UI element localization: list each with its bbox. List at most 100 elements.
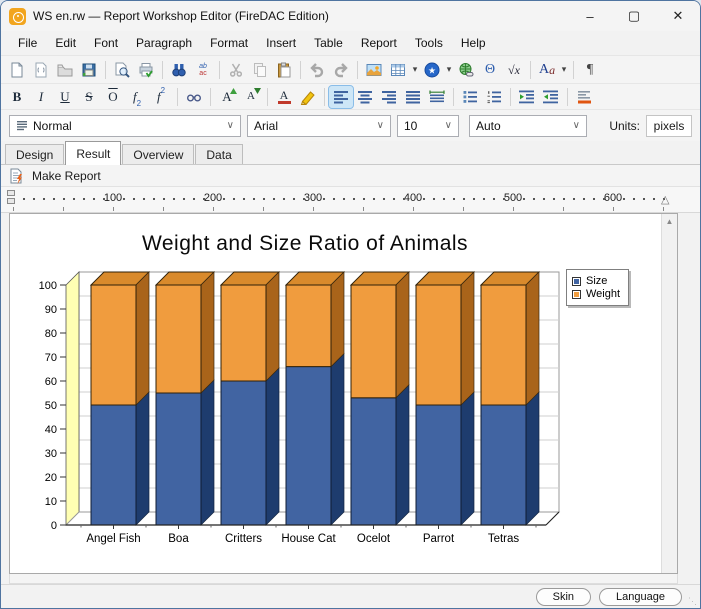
indent-button[interactable] bbox=[539, 86, 563, 108]
overline-button[interactable]: O bbox=[101, 86, 125, 108]
horizontal-scrollbar[interactable] bbox=[9, 574, 678, 584]
x-axis-label: Critters bbox=[225, 533, 262, 545]
undo-button[interactable] bbox=[305, 59, 329, 81]
menu-tools[interactable]: Tools bbox=[406, 33, 452, 53]
copy-button[interactable] bbox=[248, 59, 272, 81]
language-button[interactable]: Language bbox=[599, 588, 682, 606]
menu-font[interactable]: Font bbox=[85, 33, 127, 53]
grow-font-button[interactable]: A bbox=[215, 86, 239, 108]
align-left-button[interactable] bbox=[329, 86, 353, 108]
insert-table-dropdown[interactable]: ▾ bbox=[410, 64, 420, 75]
toolbar-separator bbox=[162, 61, 163, 79]
justify-button[interactable] bbox=[401, 86, 425, 108]
make-report-button[interactable] bbox=[7, 165, 27, 187]
reading-mode-button[interactable] bbox=[182, 86, 206, 108]
italic-button[interactable]: I bbox=[29, 86, 53, 108]
paragraph-style-icon bbox=[16, 120, 28, 132]
close-button[interactable]: ✕ bbox=[656, 1, 700, 31]
ruler-tick bbox=[333, 198, 335, 200]
align-center-button[interactable] bbox=[353, 86, 377, 108]
ruler-tick bbox=[83, 198, 85, 200]
font-dialog-dropdown[interactable]: ▾ bbox=[559, 64, 569, 75]
underline-button[interactable]: U bbox=[53, 86, 77, 108]
y-axis-label: 50 bbox=[45, 400, 57, 412]
x-axis-label: House Cat bbox=[281, 533, 336, 545]
insert-shape-button[interactable]: ★ bbox=[420, 59, 444, 81]
resize-grip[interactable]: ⋱ bbox=[688, 596, 698, 606]
ruler-tick-minor bbox=[113, 207, 114, 211]
cut-button[interactable] bbox=[224, 59, 248, 81]
paragraph-style-select[interactable]: Normal ∨ bbox=[9, 115, 241, 137]
y-axis-label: 80 bbox=[45, 328, 57, 340]
make-report-label[interactable]: Make Report bbox=[32, 169, 101, 183]
insert-shape-dropdown[interactable]: ▾ bbox=[444, 64, 454, 75]
document-canvas[interactable]: Weight and Size Ratio of Animals SizeWei… bbox=[9, 213, 678, 574]
superscript-button[interactable]: f2 bbox=[149, 86, 173, 108]
vertical-scrollbar[interactable]: ▲ bbox=[661, 214, 677, 573]
subscript-button[interactable]: f2 bbox=[125, 86, 149, 108]
preview-button[interactable] bbox=[110, 59, 134, 81]
ruler-tick bbox=[123, 198, 125, 200]
ruler-label: 400 bbox=[404, 192, 422, 204]
menu-insert[interactable]: Insert bbox=[257, 33, 305, 53]
y-axis-label: 10 bbox=[45, 496, 57, 508]
outdent-button[interactable] bbox=[515, 86, 539, 108]
shrink-font-button[interactable]: A bbox=[239, 86, 263, 108]
menu-paragraph[interactable]: Paragraph bbox=[127, 33, 201, 53]
menu-help[interactable]: Help bbox=[452, 33, 495, 53]
tab-result[interactable]: Result bbox=[65, 141, 121, 165]
paragraph-color-button[interactable] bbox=[572, 86, 596, 108]
new-from-template-button[interactable] bbox=[29, 59, 53, 81]
insert-image-button[interactable] bbox=[362, 59, 386, 81]
font-dialog-button[interactable]: A a bbox=[535, 59, 559, 81]
print-button[interactable] bbox=[134, 59, 158, 81]
insert-symbol-button[interactable]: Θ bbox=[478, 59, 502, 81]
font-size-select[interactable]: 10 ∨ bbox=[397, 115, 459, 137]
save-button[interactable] bbox=[77, 59, 101, 81]
minimize-button[interactable]: – bbox=[568, 1, 612, 31]
paste-button[interactable] bbox=[272, 59, 296, 81]
tab-data[interactable]: Data bbox=[195, 144, 242, 164]
indent-marker[interactable] bbox=[7, 198, 15, 204]
tab-overview[interactable]: Overview bbox=[122, 144, 194, 164]
menu-report[interactable]: Report bbox=[352, 33, 406, 53]
redo-button[interactable] bbox=[329, 59, 353, 81]
find-button[interactable] bbox=[167, 59, 191, 81]
menu-file[interactable]: File bbox=[9, 33, 46, 53]
chart-canvas: 0102030405060708090100Angel FishBoaCritt… bbox=[10, 214, 660, 562]
zoom-select[interactable]: Auto ∨ bbox=[469, 115, 587, 137]
numbered-list-button[interactable] bbox=[482, 86, 506, 108]
font-color-button[interactable]: A bbox=[272, 86, 296, 108]
strikethrough-button[interactable]: S bbox=[77, 86, 101, 108]
bullet-list-button[interactable] bbox=[458, 86, 482, 108]
tab-design[interactable]: Design bbox=[5, 144, 64, 164]
x-axis-label: Parrot bbox=[423, 533, 455, 545]
ruler-tick bbox=[43, 198, 45, 200]
ruler[interactable]: 100200300400500600△ bbox=[1, 187, 700, 213]
maximize-button[interactable]: ▢ bbox=[612, 1, 656, 31]
ruler-tick bbox=[483, 198, 485, 200]
window-controls: – ▢ ✕ bbox=[568, 1, 700, 31]
open-button[interactable] bbox=[53, 59, 77, 81]
menu-edit[interactable]: Edit bbox=[46, 33, 85, 53]
show-paragraph-marks-button[interactable]: ¶ bbox=[578, 59, 602, 81]
bold-button[interactable]: B bbox=[5, 86, 29, 108]
fit-width-button[interactable] bbox=[425, 86, 449, 108]
insert-hyperlink-button[interactable] bbox=[454, 59, 478, 81]
highlight-button[interactable] bbox=[296, 86, 320, 108]
align-right-button[interactable] bbox=[377, 86, 401, 108]
menu-format[interactable]: Format bbox=[201, 33, 257, 53]
right-margin-marker[interactable]: △ bbox=[661, 193, 669, 206]
skin-button[interactable]: Skin bbox=[536, 588, 591, 606]
y-axis-label: 100 bbox=[39, 280, 57, 292]
new-document-button[interactable] bbox=[5, 59, 29, 81]
menu-table[interactable]: Table bbox=[305, 33, 352, 53]
y-axis-label: 70 bbox=[45, 352, 57, 364]
insert-formula-button[interactable]: √x bbox=[502, 59, 526, 81]
replace-button[interactable]: ab ac bbox=[191, 59, 215, 81]
insert-table-button[interactable] bbox=[386, 59, 410, 81]
units-value-box[interactable]: pixels bbox=[646, 115, 692, 137]
font-name-select[interactable]: Arial ∨ bbox=[247, 115, 391, 137]
indent-marker[interactable] bbox=[7, 190, 15, 196]
scroll-up-icon[interactable]: ▲ bbox=[662, 217, 677, 226]
